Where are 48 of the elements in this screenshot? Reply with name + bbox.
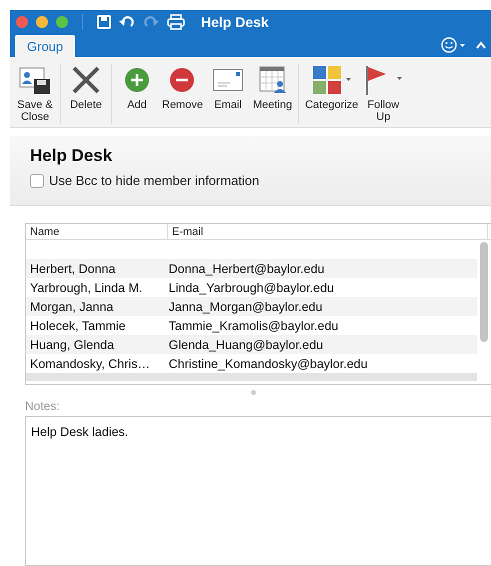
save-icon[interactable] — [97, 14, 111, 28]
calendar-person-icon — [258, 66, 287, 94]
notes-label: Notes: — [25, 399, 61, 413]
smiley-icon[interactable] — [441, 36, 467, 54]
zoom-button[interactable] — [56, 16, 68, 28]
table-cell-text: Tammie_Kramolis@baylor.edu — [168, 318, 340, 332]
column-header[interactable]: Name — [26, 224, 168, 239]
flag-icon — [364, 65, 402, 95]
ribbon-button[interactable]: Meeting — [250, 64, 294, 124]
ribbon-button[interactable]: Save & Close — [14, 64, 56, 124]
ribbon-button[interactable]: Email — [206, 64, 249, 124]
window-title: Help Desk — [201, 14, 269, 30]
ribbon-button[interactable]: Follow Up — [362, 64, 404, 124]
table-cell-text: Yarbrough, Linda M. — [29, 280, 144, 294]
envelope-icon — [212, 69, 243, 91]
contact-save-icon — [19, 65, 51, 95]
ribbon-tab[interactable]: Group — [15, 35, 76, 57]
table-cell-text: Komandosky, Chris… — [29, 356, 151, 370]
column-header[interactable]: E-mail — [168, 224, 488, 239]
bcc-checkbox[interactable] — [30, 174, 44, 188]
close-button[interactable] — [16, 16, 28, 28]
table-cell-text: Morgan, Janna — [29, 300, 114, 314]
table-cell-text: Glenda_Huang@baylor.edu — [168, 338, 324, 352]
scrollbar[interactable] — [480, 242, 488, 342]
x-icon — [71, 65, 101, 95]
ribbon-button[interactable]: Remove — [160, 64, 205, 124]
collapse-icon[interactable] — [475, 40, 487, 50]
minus-circle-icon — [169, 67, 196, 93]
undo-icon[interactable] — [119, 14, 135, 28]
table-cell-text: Linda_Yarbrough@baylor.edu — [168, 280, 336, 294]
color-squares-icon — [312, 66, 351, 94]
table-cell-text: Holecek, Tammie — [29, 318, 127, 332]
redo-icon — [143, 14, 159, 28]
group-title: Help Desk — [30, 146, 114, 166]
minimize-button[interactable] — [36, 16, 48, 28]
plus-circle-icon — [124, 67, 150, 93]
ribbon-button[interactable]: Add — [116, 64, 158, 124]
table-cell-text: Donna_Herbert@baylor.edu — [168, 262, 326, 276]
checkbox-label: Use Bcc to hide member information — [49, 173, 260, 188]
table-cell-text: Herbert, Donna — [29, 262, 116, 276]
resize-handle[interactable] — [251, 390, 256, 395]
ribbon-button[interactable]: Categorize — [303, 64, 360, 124]
table-cell-text: Christine_Komandosky@baylor.edu — [168, 356, 369, 370]
table-cell-text: Huang, Glenda — [29, 338, 116, 352]
table-cell-text: Janna_Morgan@baylor.edu — [168, 300, 324, 314]
ribbon-button[interactable]: Delete — [65, 64, 107, 124]
notes-field[interactable]: Help Desk ladies. — [25, 416, 491, 566]
print-icon[interactable] — [167, 14, 185, 30]
